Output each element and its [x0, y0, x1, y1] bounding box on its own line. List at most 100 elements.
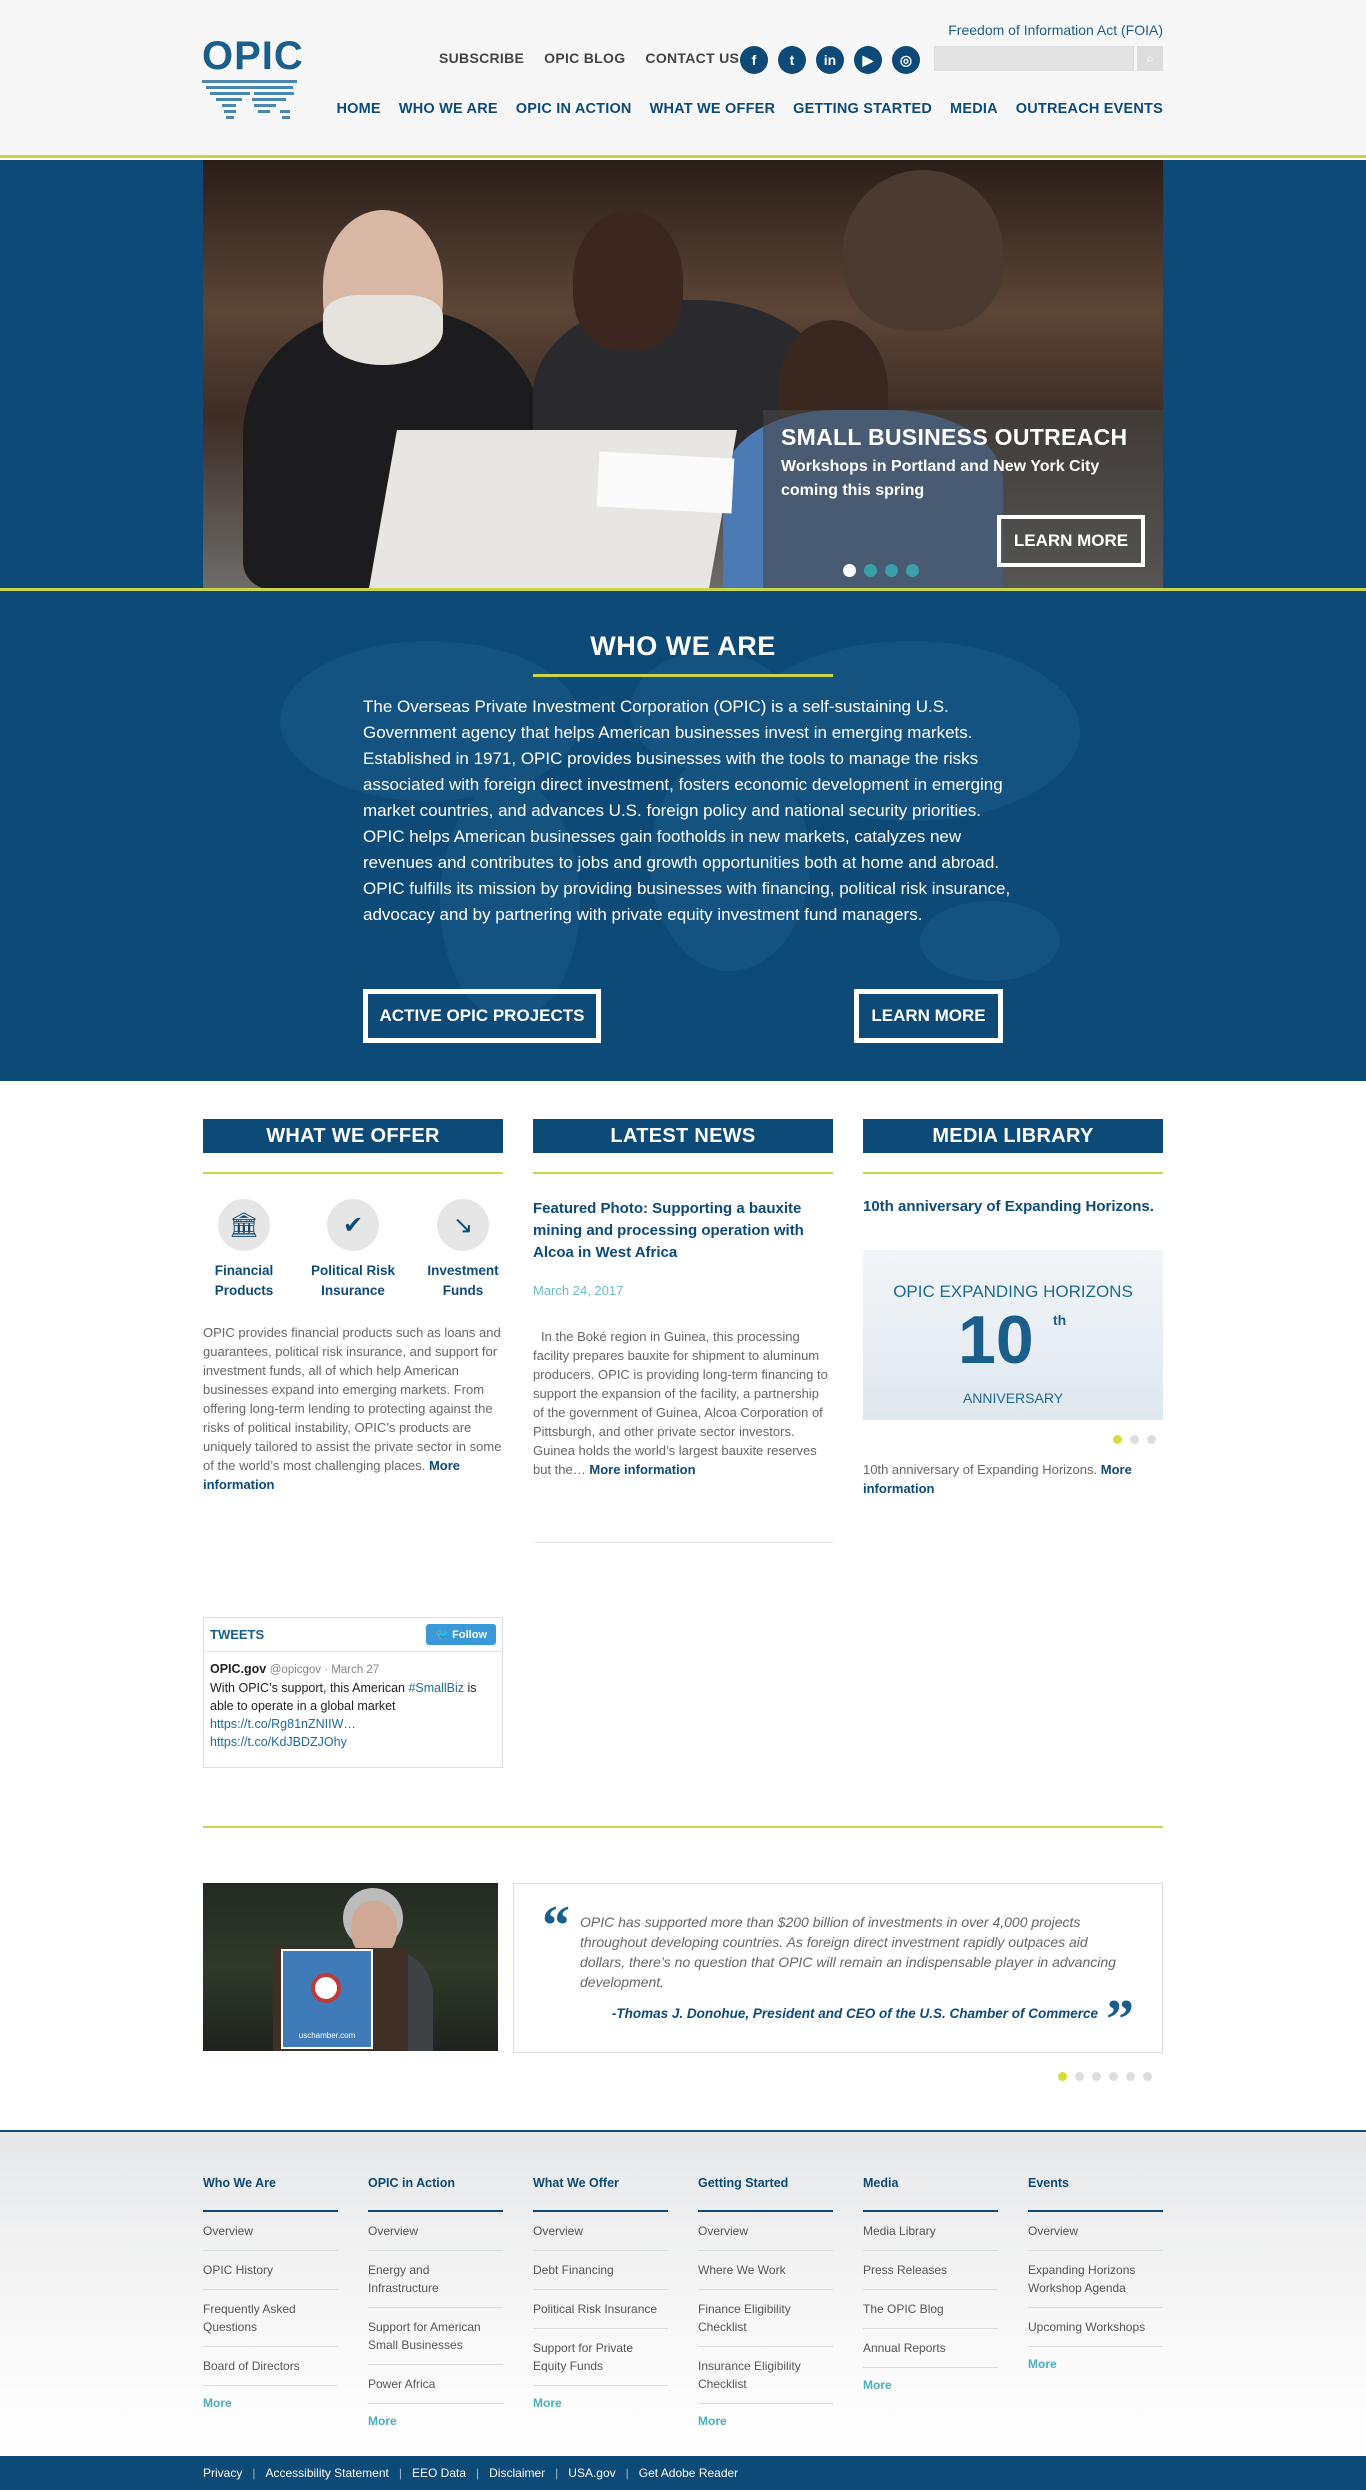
footer-col-opic-in-action: OPIC in Action Overview Energy and Infra… [368, 2176, 503, 2428]
footer-more-link[interactable]: More [533, 2386, 668, 2410]
financial-products-link[interactable]: Financial Products [194, 1261, 294, 1301]
tweet-link-2[interactable]: https://t.co/KdJBDZJOhy [210, 1735, 347, 1749]
opic-blog-link[interactable]: OPIC BLOG [544, 50, 625, 66]
footer-more-link[interactable]: More [863, 2368, 998, 2392]
media-dot-1[interactable] [1113, 1435, 1122, 1444]
investment-funds-link[interactable]: Investment Funds [413, 1261, 513, 1301]
footer-heading[interactable]: Media [863, 2176, 998, 2212]
footer-link[interactable]: Press Releases [863, 2251, 998, 2290]
media-library-heading: MEDIA LIBRARY [863, 1119, 1163, 1153]
utility-nav: SUBSCRIBE OPIC BLOG CONTACT US [439, 50, 739, 66]
footer-heading[interactable]: What We Offer [533, 2176, 668, 2212]
who-learn-more-button[interactable]: LEARN MORE [854, 989, 1003, 1043]
hero-dot-4[interactable] [906, 564, 919, 577]
footer-link[interactable]: Expanding Horizons Workshop Agenda [1028, 2251, 1163, 2308]
quote-dot-4[interactable] [1109, 2072, 1118, 2081]
footer-link[interactable]: Frequently Asked Questions [203, 2290, 338, 2347]
political-risk-insurance-link[interactable]: Political Risk Insurance [303, 1261, 403, 1301]
footer-link[interactable]: Support for American Small Businesses [368, 2308, 503, 2365]
nav-home[interactable]: HOME [337, 101, 381, 117]
footer-link[interactable]: Overview [533, 2212, 668, 2251]
nav-opic-in-action[interactable]: OPIC IN ACTION [516, 101, 632, 117]
nav-what-we-offer[interactable]: WHAT WE OFFER [650, 101, 776, 117]
foia-link[interactable]: Freedom of Information Act (FOIA) [948, 22, 1163, 38]
footer-heading[interactable]: Who We Are [203, 2176, 338, 2212]
youtube-icon[interactable]: ▶ [854, 46, 882, 74]
tweet-link-1[interactable]: https://t.co/Rg81nZNIIW… [210, 1717, 356, 1731]
footer-link[interactable]: Annual Reports [863, 2329, 998, 2368]
instagram-icon[interactable]: ◎ [892, 46, 920, 74]
quote-dot-6[interactable] [1143, 2072, 1152, 2081]
nav-outreach-events[interactable]: OUTREACH EVENTS [1016, 101, 1163, 117]
footer-link[interactable]: Energy and Infrastructure [368, 2251, 503, 2308]
footer-link[interactable]: OPIC History [203, 2251, 338, 2290]
bank-icon[interactable]: 🏛 [218, 1199, 270, 1251]
contact-us-link[interactable]: CONTACT US [645, 50, 739, 66]
adobe-reader-link[interactable]: Get Adobe Reader [639, 2466, 738, 2480]
footer-col-events: Events Overview Expanding Horizons Works… [1028, 2176, 1163, 2371]
footer-link[interactable]: Overview [698, 2212, 833, 2251]
media-image-title: OPIC EXPANDING HORIZONS [893, 1282, 1133, 1301]
footer-link[interactable]: Overview [203, 2212, 338, 2251]
quote-dot-5[interactable] [1126, 2072, 1135, 2081]
usa-gov-link[interactable]: USA.gov [568, 2466, 615, 2480]
what-we-offer-body: OPIC provides financial products such as… [203, 1323, 503, 1494]
active-opic-projects-button[interactable]: ACTIVE OPIC PROJECTS [363, 989, 601, 1043]
tweet-author[interactable]: OPIC.gov [210, 1662, 266, 1676]
chart-icon[interactable]: ↘ [437, 1199, 489, 1251]
tweet-hashtag[interactable]: #SmallBiz [408, 1681, 464, 1695]
hero-subtitle: Workshops in Portland and New York City … [781, 458, 1100, 499]
footer-heading[interactable]: Getting Started [698, 2176, 833, 2212]
privacy-link[interactable]: Privacy [203, 2466, 242, 2480]
footer-link[interactable]: The OPIC Blog [863, 2290, 998, 2329]
quote-dot-3[interactable] [1092, 2072, 1101, 2081]
opic-logo[interactable]: OPIC [202, 36, 303, 128]
shield-icon[interactable]: ✔ [327, 1199, 379, 1251]
search-input[interactable] [934, 46, 1134, 71]
footer-more-link[interactable]: More [203, 2386, 338, 2410]
nav-media[interactable]: MEDIA [950, 101, 998, 117]
quote-dot-1[interactable] [1058, 2072, 1067, 2081]
media-thumbnail[interactable]: OPIC EXPANDING HORIZONS 10 th ANNIVERSAR… [863, 1250, 1163, 1420]
footer-link[interactable]: Board of Directors [203, 2347, 338, 2386]
quote-dot-2[interactable] [1075, 2072, 1084, 2081]
footer-link[interactable]: Overview [1028, 2212, 1163, 2251]
eeo-data-link[interactable]: EEO Data [412, 2466, 466, 2480]
footer-link[interactable]: Where We Work [698, 2251, 833, 2290]
nav-who-we-are[interactable]: WHO WE ARE [399, 101, 498, 117]
divider [203, 1172, 503, 1174]
hero-dot-2[interactable] [864, 564, 877, 577]
subscribe-link[interactable]: SUBSCRIBE [439, 50, 524, 66]
linkedin-icon[interactable]: in [816, 46, 844, 74]
footer-link[interactable]: Political Risk Insurance [533, 2290, 668, 2329]
news-headline-link[interactable]: Featured Photo: Supporting a bauxite min… [533, 1198, 833, 1264]
footer-more-link[interactable]: More [1028, 2347, 1163, 2371]
disclaimer-link[interactable]: Disclaimer [489, 2466, 545, 2480]
footer-heading[interactable]: OPIC in Action [368, 2176, 503, 2212]
footer-link[interactable]: Power Africa [368, 2365, 503, 2404]
footer-more-link[interactable]: More [368, 2404, 503, 2428]
quote-author: -Thomas J. Donohue, President and CEO of… [611, 2006, 1098, 2021]
footer-link[interactable]: Support for Private Equity Funds [533, 2329, 668, 2386]
footer-link[interactable]: Insurance Eligibility Checklist [698, 2347, 833, 2404]
twitter-icon[interactable]: t [778, 46, 806, 74]
follow-button[interactable]: 🐦 Follow [426, 1624, 496, 1645]
hero-dot-3[interactable] [885, 564, 898, 577]
footer-heading[interactable]: Events [1028, 2176, 1163, 2212]
media-dot-2[interactable] [1130, 1435, 1139, 1444]
search-icon[interactable]: ⌕ [1137, 46, 1163, 71]
footer-link[interactable]: Debt Financing [533, 2251, 668, 2290]
footer-link[interactable]: Media Library [863, 2212, 998, 2251]
media-headline-link[interactable]: 10th anniversary of Expanding Horizons. [863, 1198, 1154, 1215]
news-more-link[interactable]: More information [589, 1462, 695, 1477]
footer-link[interactable]: Overview [368, 2212, 503, 2251]
footer-link[interactable]: Finance Eligibility Checklist [698, 2290, 833, 2347]
hero-learn-more-button[interactable]: LEARN MORE [997, 515, 1145, 567]
nav-getting-started[interactable]: GETTING STARTED [793, 101, 932, 117]
facebook-icon[interactable]: f [740, 46, 768, 74]
footer-more-link[interactable]: More [698, 2404, 833, 2428]
hero-dot-1[interactable] [843, 564, 856, 577]
media-dot-3[interactable] [1147, 1435, 1156, 1444]
accessibility-link[interactable]: Accessibility Statement [265, 2466, 388, 2480]
footer-link[interactable]: Upcoming Workshops [1028, 2308, 1163, 2347]
